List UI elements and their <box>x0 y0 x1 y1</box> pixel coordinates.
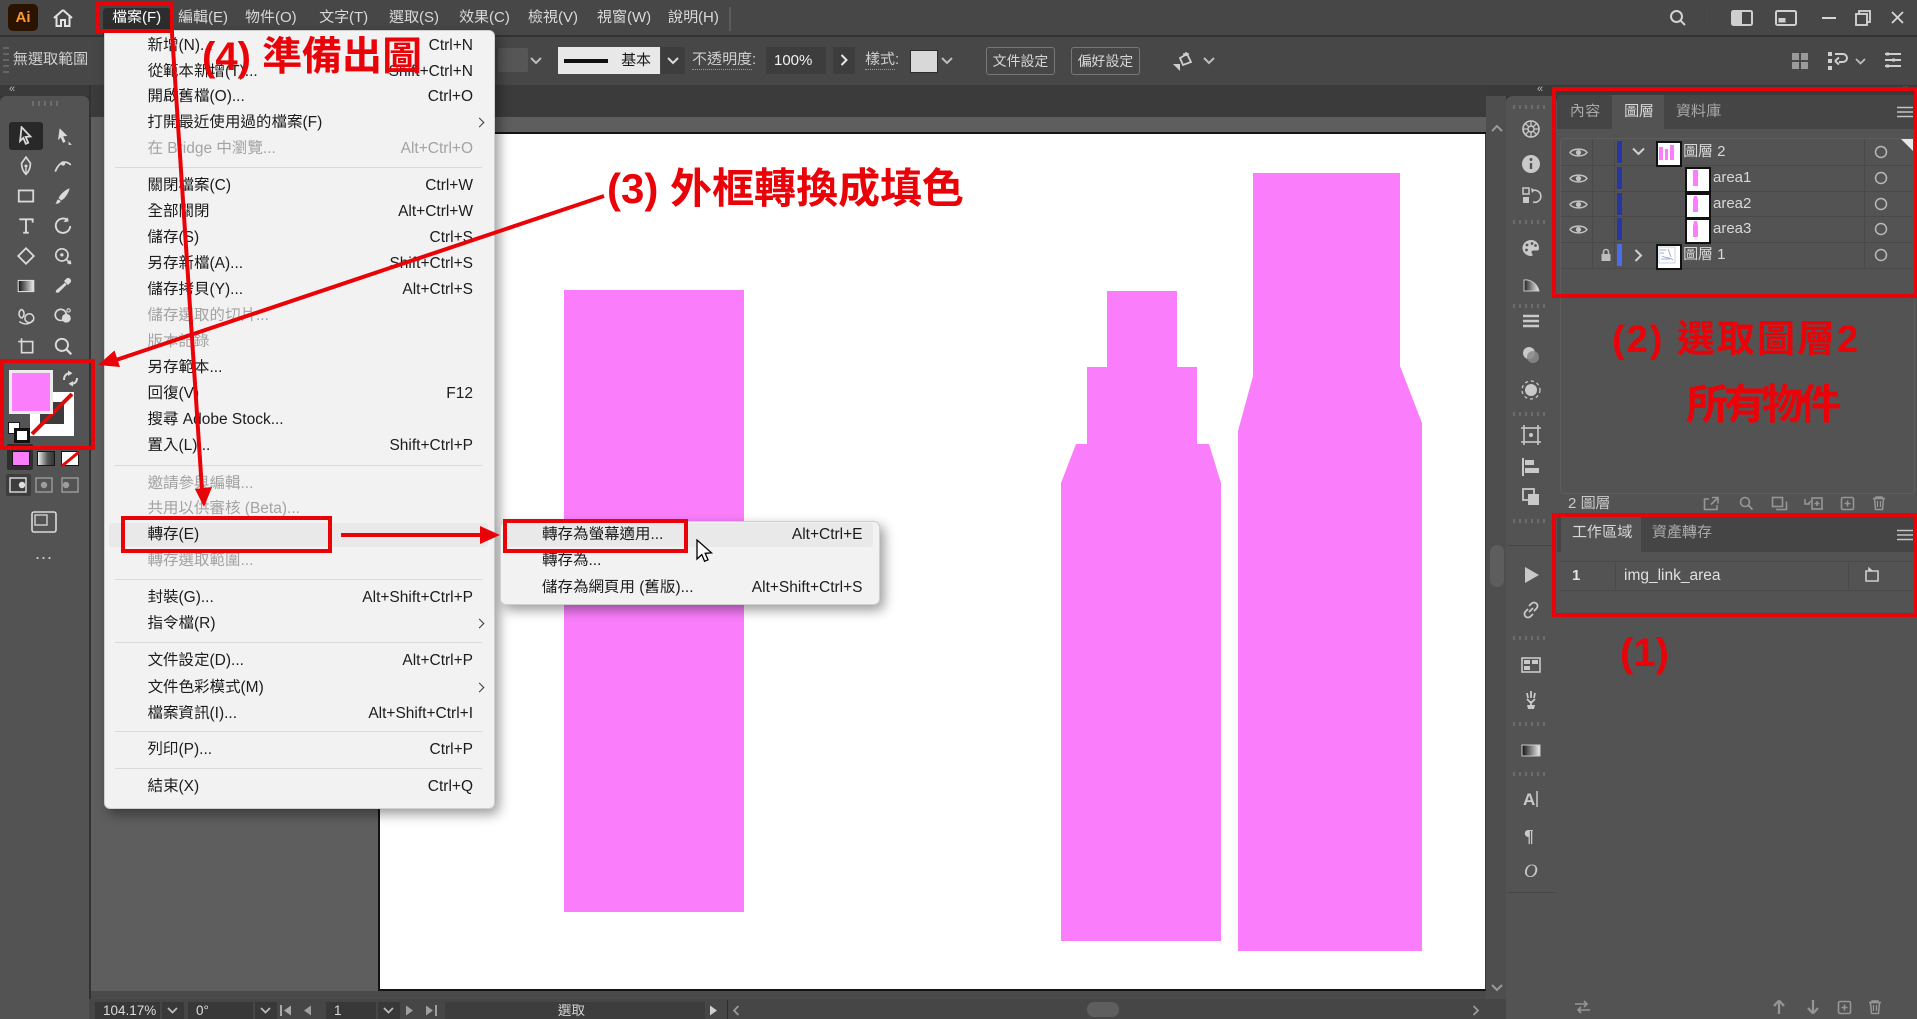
svg-text:¶: ¶ <box>1524 826 1534 846</box>
svg-text:A: A <box>1523 790 1535 809</box>
svg-text:O: O <box>1524 861 1538 882</box>
